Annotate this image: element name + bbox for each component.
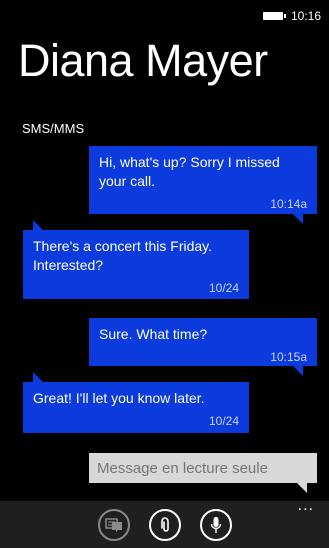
- message-time: 10:14a: [270, 197, 307, 211]
- message-bubble-received[interactable]: There's a concert this Friday. Intereste…: [23, 220, 249, 299]
- message-text: Great! I'll let you know later.: [33, 390, 205, 406]
- message-bubble-received[interactable]: Great! I'll let you know later. 10/24: [23, 372, 249, 433]
- message-time: 10:15a: [270, 350, 307, 364]
- switch-conversation-button[interactable]: [97, 508, 130, 541]
- more-options-button[interactable]: ...: [298, 498, 314, 514]
- compose-field[interactable]: [89, 453, 317, 483]
- message-text: There's a concert this Friday. Intereste…: [33, 238, 213, 273]
- microphone-button[interactable]: [199, 508, 232, 541]
- attach-icon: [160, 516, 169, 532]
- switch-conversation-icon: [104, 517, 122, 532]
- message-time: 10/24: [208, 414, 239, 428]
- compose-tail: [297, 483, 307, 493]
- message-time: 10/24: [208, 281, 239, 295]
- contact-name[interactable]: Diana Mayer: [18, 38, 268, 83]
- status-bar: 10:16: [262, 8, 321, 24]
- channel-label: SMS/MMS: [22, 121, 85, 136]
- message-text: Sure. What time?: [99, 326, 208, 342]
- status-time: 10:16: [290, 9, 321, 23]
- message-bubble-sent[interactable]: Sure. What time? 10:15a: [89, 318, 317, 376]
- microphone-icon: [210, 516, 221, 533]
- app-bar: ...: [0, 498, 329, 548]
- message-text: Hi, what's up? Sorry I missed your call.: [99, 154, 280, 189]
- battery-icon: [262, 12, 286, 20]
- message-bubble-sent[interactable]: Hi, what's up? Sorry I missed your call.…: [89, 146, 317, 224]
- attach-button[interactable]: [148, 508, 181, 541]
